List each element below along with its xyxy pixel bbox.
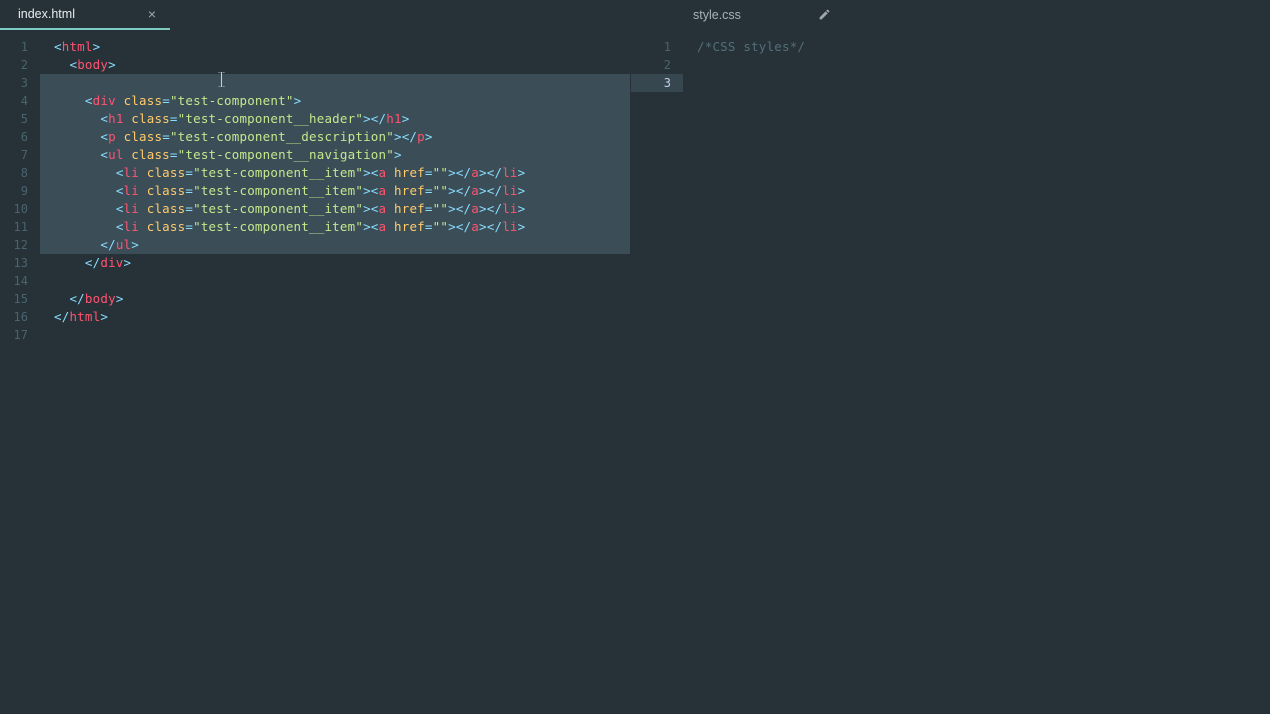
code-line[interactable]: </div> [40,254,630,272]
tab-style-css[interactable]: style.css [675,0,845,30]
code-line[interactable]: <li class="test-component__item"><a href… [40,218,630,236]
tab-title: index.html [18,7,75,21]
line-number: 14 [0,272,40,290]
line-number: 13 [0,254,40,272]
line-number: 12 [0,236,40,254]
line-gutter: 123 [631,30,683,92]
line-number: 6 [0,128,40,146]
line-number: 17 [0,326,40,344]
line-number: 1 [631,38,683,56]
line-number: 16 [0,308,40,326]
line-number: 3 [631,74,683,92]
tab-index-html[interactable]: index.html × [0,0,170,30]
line-number: 3 [0,74,40,92]
line-number: 10 [0,200,40,218]
code-line[interactable] [40,326,630,344]
code-line[interactable]: </html> [40,308,630,326]
code-line[interactable] [683,74,1270,92]
code-line[interactable]: <li class="test-component__item"><a href… [40,182,630,200]
code-line[interactable]: <p class="test-component__description"><… [40,128,630,146]
code-line[interactable]: <body> [40,56,630,74]
close-icon[interactable]: × [148,7,156,21]
code-line[interactable]: <li class="test-component__item"><a href… [40,164,630,182]
code-line[interactable]: <div class="test-component"> [40,92,630,110]
line-number: 4 [0,92,40,110]
tab-title: style.css [693,8,741,22]
code-line[interactable]: <li class="test-component__item"><a href… [40,200,630,218]
code-line[interactable]: /*CSS styles*/ [683,38,1270,56]
code-area[interactable]: /*CSS styles*/ [683,30,1270,92]
line-number: 2 [631,56,683,74]
line-number: 2 [0,56,40,74]
tab-bar: index.html × style.css [0,0,1270,30]
text-cursor-icon [214,70,228,88]
line-number: 8 [0,164,40,182]
editor-app: index.html × style.css 12345678910111213… [0,0,1270,714]
pencil-icon[interactable] [818,8,831,23]
code-line[interactable]: <h1 class="test-component__header"></h1> [40,110,630,128]
code-area[interactable]: <html> <body> <div class="test-component… [40,30,630,344]
line-number: 11 [0,218,40,236]
code-line[interactable]: <html> [40,38,630,56]
line-number: 9 [0,182,40,200]
code-line[interactable]: </body> [40,290,630,308]
line-gutter: 1234567891011121314151617 [0,30,40,344]
line-number: 5 [0,110,40,128]
line-number: 15 [0,290,40,308]
code-line[interactable]: <ul class="test-component__navigation"> [40,146,630,164]
editor-pane-right[interactable]: 123 /*CSS styles*/ [630,30,1270,714]
code-line[interactable] [40,272,630,290]
code-line[interactable] [683,56,1270,74]
line-number: 7 [0,146,40,164]
line-number: 1 [0,38,40,56]
editor-panes: 1234567891011121314151617 <html> <body> … [0,30,1270,714]
code-line[interactable]: </ul> [40,236,630,254]
code-line[interactable] [40,74,630,92]
editor-pane-left[interactable]: 1234567891011121314151617 <html> <body> … [0,30,630,714]
